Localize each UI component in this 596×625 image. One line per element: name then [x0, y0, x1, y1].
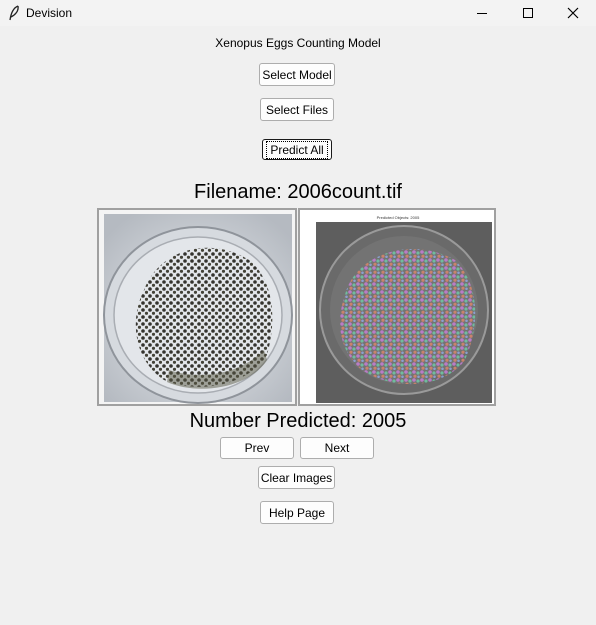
help-page-label: Help Page: [268, 505, 326, 520]
next-button[interactable]: Next: [300, 437, 374, 459]
minimize-button[interactable]: [459, 0, 505, 26]
select-model-button[interactable]: Select Model: [259, 63, 335, 86]
close-icon: [567, 7, 579, 19]
feather-icon: [9, 5, 19, 21]
predicted-image-graphic: Predicted Objects: 2005: [300, 210, 494, 404]
predict-all-button[interactable]: Predict All: [262, 139, 332, 160]
app-heading: Xenopus Eggs Counting Model: [215, 36, 381, 50]
select-files-label: Select Files: [265, 102, 329, 117]
minimize-icon: [477, 13, 487, 14]
help-page-button[interactable]: Help Page: [260, 501, 334, 524]
maximize-icon: [523, 8, 533, 18]
close-button[interactable]: [550, 0, 596, 26]
prev-label: Prev: [244, 441, 270, 455]
clear-images-button[interactable]: Clear Images: [258, 466, 335, 489]
maximize-button[interactable]: [505, 0, 551, 26]
original-image-graphic: [99, 210, 295, 404]
number-predicted-label: Number Predicted: 2005: [189, 410, 407, 432]
window-title: Devision: [26, 6, 73, 20]
prev-button[interactable]: Prev: [220, 437, 294, 459]
select-model-label: Select Model: [262, 67, 332, 82]
predicted-caption: Predicted Objects: 2005: [377, 215, 420, 220]
predicted-image: Predicted Objects: 2005: [298, 208, 496, 406]
filename-label: Filename: 2006count.tif: [194, 181, 402, 203]
title-bar: Devision: [0, 0, 596, 26]
next-label: Next: [324, 441, 350, 455]
original-image: [97, 208, 297, 406]
predict-all-label: Predict All: [266, 140, 328, 159]
clear-images-label: Clear Images: [260, 470, 333, 485]
select-files-button[interactable]: Select Files: [260, 98, 334, 121]
